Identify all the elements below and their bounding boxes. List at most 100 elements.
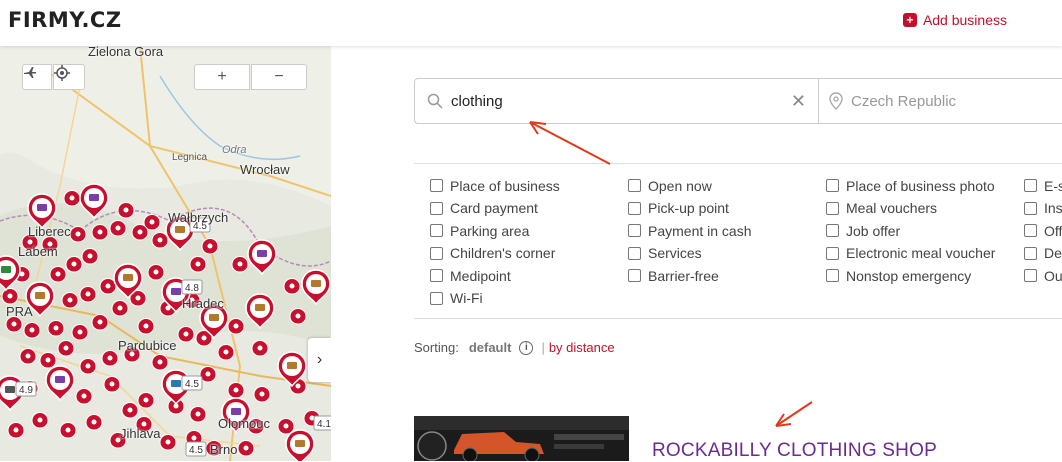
filter-option[interactable]: Medipoint [430,266,628,286]
filter-option[interactable]: Card payment [430,199,628,219]
chevron-right-icon[interactable]: › [308,338,331,382]
map-pin-dot [233,323,239,329]
map-label-hradec: Hradec [182,296,224,311]
filter-checkbox[interactable] [1024,179,1037,193]
map-pin-dot [71,261,77,267]
map-pin-dot [135,295,141,301]
filter-label: Nonstop emergency [846,267,972,284]
category-glyph [37,204,47,211]
filter-checkbox[interactable] [826,179,839,193]
filter-checkbox[interactable] [430,224,443,238]
map-panel[interactable]: 4.5 4.8 4.9 4.5 4.5 4.1 Zielona Gora Legnica … [0,46,331,461]
map-pin-dot [127,407,133,413]
filter-checkbox[interactable] [1024,201,1037,215]
map-pin-dot [117,305,123,311]
filter-option[interactable]: Off [1024,221,1062,241]
filter-option[interactable]: Barrier-free [628,266,826,286]
filter-option[interactable]: Wi-Fi [430,289,628,309]
map-pin-dot [37,417,43,423]
map-pin-dot [85,363,91,369]
filter-label: Meal vouchers [846,200,938,217]
filter-option[interactable]: Job offer [826,221,1024,241]
sort-default-option[interactable]: default [469,340,512,355]
category-glyph [295,440,305,447]
map-pin-dot [195,411,201,417]
filter-checkbox[interactable] [826,269,839,283]
firmy-logo[interactable]: FIRMY.CZ [8,8,122,32]
map-pin-dot [123,207,129,213]
filter-option[interactable]: Nonstop emergency [826,266,1024,286]
filter-option[interactable]: Children's corner [430,244,628,264]
what-field[interactable]: ✕ [415,79,819,123]
filter-option[interactable]: Open now [628,176,826,196]
filter-option[interactable]: Payment in cash [628,221,826,241]
map-pin-dot [87,253,93,259]
filter-checkbox[interactable] [430,269,443,283]
zoom-in-button[interactable]: + [194,64,250,90]
locate-icon[interactable] [53,64,85,90]
filter-checkbox[interactable] [826,201,839,215]
filter-option[interactable]: Pick-up point [628,199,826,219]
filter-checkbox[interactable] [628,246,641,260]
map-pin-dot [207,243,213,249]
filter-checkbox[interactable] [430,179,443,193]
filter-label: Place of business photo [846,177,995,194]
map-pin-dot [295,313,301,319]
zoom-out-button[interactable]: − [251,64,307,90]
filter-option[interactable]: Parking area [430,221,628,241]
category-glyph [89,194,99,201]
filter-option[interactable]: E-s [1024,176,1062,196]
map-pin-dot [65,427,71,433]
map-label-liberec: Liberec [28,224,71,239]
close-icon[interactable]: ✕ [791,91,806,112]
filter-option[interactable]: Services [628,244,826,264]
airplane-icon[interactable] [22,64,52,90]
map-label-wroclaw: Wrocław [240,162,290,177]
filter-checkbox[interactable] [826,224,839,238]
filter-checkbox[interactable] [628,269,641,283]
map-pin-dot [165,439,171,445]
map-pin-dot [13,427,19,433]
result-title-link[interactable]: ROCKABILLY CLOTHING SHOP [652,440,937,462]
filter-option[interactable]: Meal vouchers [826,199,1024,219]
filter-checkbox[interactable] [628,201,641,215]
where-field[interactable] [819,79,1062,123]
map-label-legnica: Legnica [172,152,208,163]
map-pin-dot [143,397,149,403]
map-pin-dot [283,423,289,429]
add-business-link[interactable]: + Add business [902,12,1007,28]
category-glyph [171,288,181,295]
filter-option[interactable]: Place of business photo [826,176,1024,196]
filter-checkbox[interactable] [430,246,443,260]
filter-checkbox[interactable] [430,201,443,215]
info-icon[interactable]: i [519,340,534,355]
map-pin-dot [91,419,97,425]
map-pin-dot [105,283,111,289]
map-pin-dot [289,283,295,289]
location-input[interactable] [851,92,1050,110]
map-pin-dot [201,335,207,341]
filter-option[interactable]: Place of business [430,176,628,196]
filter-option[interactable]: Ou [1024,266,1062,286]
map-label-olomouc: Olomouc [218,416,271,431]
filter-checkbox[interactable] [430,291,443,305]
sort-by-distance-link[interactable]: by distance [549,340,615,355]
filter-label: Ins [1044,200,1062,217]
filter-checkbox[interactable] [1024,224,1037,238]
filter-checkbox[interactable] [628,179,641,193]
filter-checkbox[interactable] [1024,269,1037,283]
map-pin-dot [7,293,13,299]
map-label-praha: PRA [6,304,33,319]
sorting-bar: Sorting: default i | by distance [414,340,615,355]
filter-checkbox[interactable] [826,246,839,260]
filter-option[interactable]: Electronic meal voucher [826,244,1024,264]
filter-option[interactable]: Ins [1024,199,1062,219]
search-input[interactable] [451,92,650,110]
rating-badge-value: 4.5 [185,379,199,390]
map-pin-dot [295,383,301,389]
filter-checkbox[interactable] [1024,246,1037,260]
result-thumbnail[interactable] [414,416,629,461]
filter-grid: Place of business Open now Place of busine… [430,176,1062,308]
filter-option[interactable]: De [1024,244,1062,264]
filter-checkbox[interactable] [628,224,641,238]
